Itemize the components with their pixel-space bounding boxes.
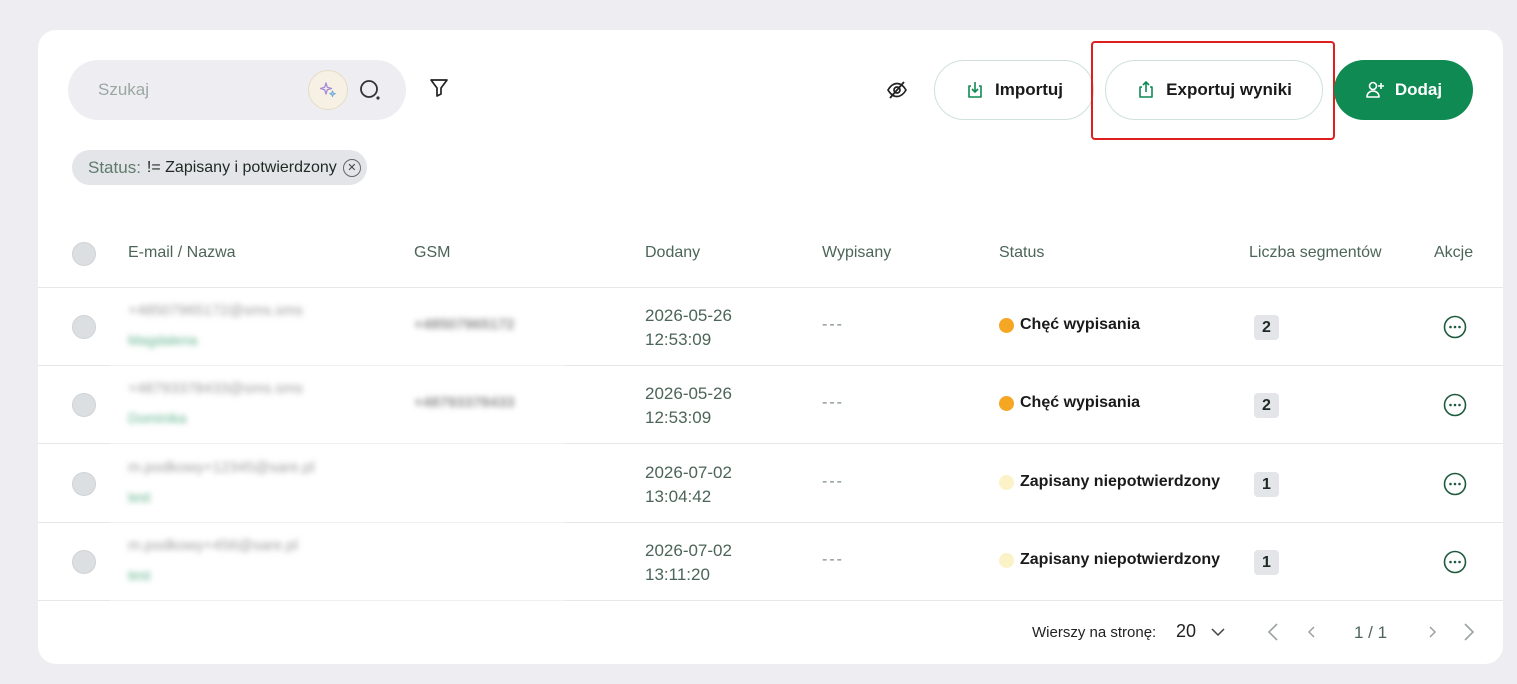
col-unsubscribed[interactable]: Wypisany (822, 244, 891, 262)
added-date: 2026-07-02 (645, 541, 732, 560)
added-time: 12:53:09 (645, 408, 712, 427)
export-results-button[interactable]: Exportuj wyniki (1105, 60, 1323, 120)
added-date: 2026-07-02 (645, 463, 732, 482)
contact-name: test (128, 567, 151, 583)
status-label: Zapisany niepotwierdzony (1020, 473, 1221, 490)
more-actions-icon[interactable] (1443, 315, 1467, 339)
contact-email: m.podkowy+456@sare.pl (128, 537, 298, 554)
unsubscribed-value: --- (822, 316, 844, 333)
last-page-icon[interactable] (1458, 622, 1478, 642)
contact-name: Magdalena (128, 332, 198, 348)
import-icon (968, 82, 982, 98)
status-cell: Zapisany niepotwierdzony (999, 473, 1220, 491)
search-input[interactable] (98, 80, 298, 100)
search-box (68, 60, 406, 120)
col-gsm[interactable]: GSM (414, 244, 450, 262)
row-checkbox[interactable] (72, 393, 96, 417)
segments-badge: 1 (1254, 550, 1279, 575)
status-cell: Zapisany niepotwierdzony (999, 551, 1220, 569)
contacts-card: Importuj Exportuj wyniki Dodaj Status: !… (38, 30, 1503, 664)
status-cell: Chęć wypisania (999, 316, 1140, 334)
ai-search-button[interactable] (308, 70, 348, 110)
table-row[interactable]: +48507965172@sms.sms Magdalena +48507965… (38, 288, 1503, 366)
status-filter-chip: Status: != Zapisany i potwierdzony ✕ (72, 150, 367, 185)
row-checkbox[interactable] (72, 550, 96, 574)
segments-badge: 1 (1254, 472, 1279, 497)
status-label: Chęć wypisania (1020, 316, 1141, 333)
close-icon[interactable]: ✕ (342, 158, 361, 177)
status-dot (999, 552, 1014, 568)
added-time: 13:11:20 (645, 565, 710, 584)
status-dot (999, 474, 1014, 490)
col-added[interactable]: Dodany (645, 244, 700, 262)
segments-badge: 2 (1254, 315, 1279, 340)
table-row[interactable]: +48793378433@sms.sms Dominika +487933784… (38, 366, 1503, 444)
first-page-icon[interactable] (1264, 622, 1284, 642)
col-actions: Akcje (1434, 244, 1474, 261)
added-datetime: 2026-07-02 13:11:20 (645, 539, 732, 587)
chip-key: Status: (88, 157, 141, 177)
col-status[interactable]: Status (999, 244, 1044, 262)
table-header: E-mail / Nazwa GSM Dodany Wypisany Statu… (38, 220, 1503, 288)
next-page-icon[interactable] (1422, 622, 1442, 642)
table-row[interactable]: m.podkowy+456@sare.pl test 2026-07-02 13… (38, 523, 1503, 601)
add-user-icon (1366, 81, 1384, 98)
status-cell: Chęć wypisania (999, 394, 1140, 412)
contact-email: +48507965172@sms.sms (128, 302, 303, 319)
contact-gsm: +48507965172 (414, 316, 515, 333)
import-label: Importuj (995, 80, 1063, 99)
more-actions-icon[interactable] (1443, 550, 1467, 574)
rows-per-page-label: Wierszy na stronę: (1032, 624, 1157, 641)
added-date: 2026-05-26 (645, 384, 732, 403)
hide-columns-icon[interactable] (886, 79, 908, 101)
more-actions-icon[interactable] (1443, 472, 1467, 496)
added-time: 13:04:42 (645, 487, 712, 506)
status-label: Zapisany niepotwierdzony (1020, 551, 1221, 568)
row-checkbox[interactable] (72, 315, 96, 339)
filter-icon[interactable] (428, 77, 450, 99)
contact-email: +48793378433@sms.sms (128, 380, 303, 397)
segments-badge: 2 (1254, 393, 1279, 418)
col-segments[interactable]: Liczba segmentów (1249, 244, 1382, 262)
added-time: 12:53:09 (645, 330, 712, 349)
table-row[interactable]: m.podkowy+12345@sare.pl test 2026-07-02 … (38, 445, 1503, 523)
page-position: 1 / 1 (1354, 623, 1388, 642)
unsubscribed-value: --- (822, 473, 844, 490)
added-datetime: 2026-07-02 13:04:42 (645, 461, 732, 509)
unsubscribed-value: --- (822, 394, 844, 411)
unsubscribed-value: --- (822, 551, 844, 568)
added-date: 2026-05-26 (645, 306, 732, 325)
status-dot (999, 395, 1014, 411)
export-icon (1139, 81, 1153, 98)
export-label: Exportuj wyniki (1166, 80, 1292, 99)
contact-gsm: +48793378433 (414, 394, 515, 411)
added-datetime: 2026-05-26 12:53:09 (645, 304, 732, 352)
row-checkbox[interactable] (72, 472, 96, 496)
rows-per-page-select[interactable]: 20 (1176, 621, 1196, 642)
sparkle-icon (319, 82, 336, 98)
add-contact-button[interactable]: Dodaj (1334, 60, 1473, 120)
contact-name: Dominika (128, 410, 187, 426)
added-datetime: 2026-05-26 12:53:09 (645, 382, 732, 430)
status-label: Chęć wypisania (1020, 394, 1141, 411)
contact-email: m.podkowy+12345@sare.pl (128, 459, 315, 476)
add-label: Dodaj (1394, 80, 1443, 99)
search-icon[interactable] (358, 78, 382, 102)
select-all-checkbox[interactable] (72, 242, 96, 266)
col-email[interactable]: E-mail / Nazwa (128, 244, 236, 262)
chevron-down-icon[interactable] (1208, 622, 1228, 642)
chip-value: != Zapisany i potwierdzony (146, 158, 337, 176)
import-button[interactable]: Importuj (934, 60, 1094, 120)
status-dot (999, 317, 1014, 333)
prev-page-icon[interactable] (1302, 622, 1322, 642)
contact-name: test (128, 489, 151, 505)
more-actions-icon[interactable] (1443, 393, 1467, 417)
